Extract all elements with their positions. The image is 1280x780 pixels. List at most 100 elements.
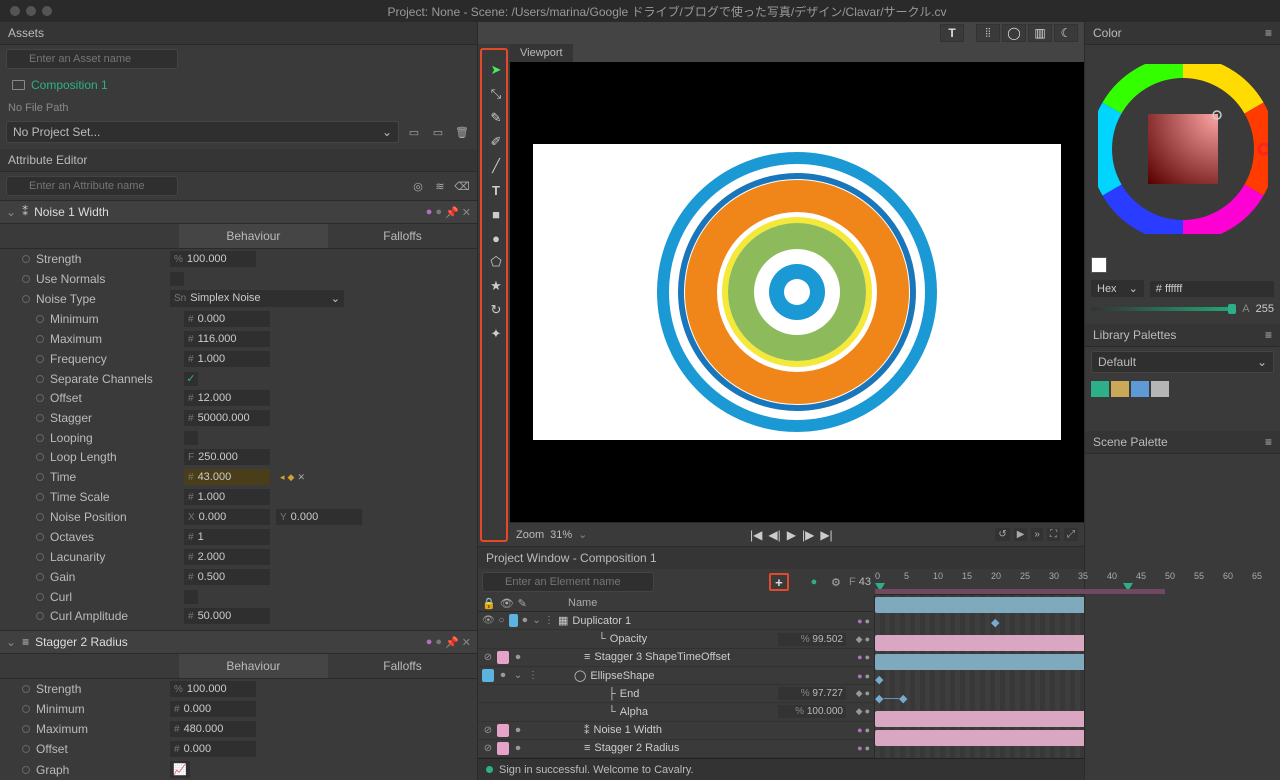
- alpha-value[interactable]: 255: [1256, 303, 1274, 315]
- attr-stagger-field[interactable]: #50000.000: [184, 410, 270, 426]
- track-bar[interactable]: [875, 654, 1084, 670]
- zoom-value[interactable]: 31%: [550, 529, 572, 541]
- go-end-icon[interactable]: ▶|: [820, 528, 832, 542]
- link-icon[interactable]: ●: [426, 206, 433, 218]
- layer-alpha[interactable]: └ Alpha % 100.000 ◆●: [478, 703, 874, 721]
- asset-search-input[interactable]: [6, 49, 178, 69]
- attr2-min-field[interactable]: #0.000: [170, 701, 256, 717]
- attr2-offset-field[interactable]: #0.000: [170, 741, 256, 757]
- select-tool-icon[interactable]: ➤: [486, 60, 506, 80]
- arc-tool-icon[interactable]: ↻: [486, 300, 506, 320]
- track-bar[interactable]: [875, 597, 1084, 613]
- keyframe-prev-icon[interactable]: ◂: [280, 472, 285, 483]
- keyframe-icon[interactable]: ◆: [288, 472, 295, 483]
- attr-max-field[interactable]: #116.000: [184, 331, 270, 347]
- link-icon[interactable]: ●: [426, 636, 433, 648]
- attr-curlamp-field[interactable]: #50.000: [184, 608, 270, 624]
- add-element-button[interactable]: +: [769, 573, 789, 591]
- attr-looping-check[interactable]: [184, 431, 198, 445]
- clear-icon[interactable]: ⌫: [453, 177, 471, 195]
- tab-behaviour[interactable]: Behaviour: [179, 654, 328, 678]
- attr-strength-field[interactable]: %100.000: [170, 251, 256, 267]
- collapse-icon[interactable]: ⌄: [6, 635, 16, 649]
- direct-select-tool-icon[interactable]: ⤡: [486, 84, 506, 104]
- attr-looplen-field[interactable]: F250.000: [184, 449, 270, 465]
- text-tool-icon[interactable]: T: [940, 24, 964, 42]
- attr2-max-field[interactable]: #480.000: [170, 721, 256, 737]
- menu-icon[interactable]: ≡: [1265, 26, 1272, 40]
- line-tool-icon[interactable]: ╱: [486, 156, 506, 176]
- collapse-icon[interactable]: ⌄: [6, 205, 16, 219]
- next-frame-icon[interactable]: |▶: [802, 528, 814, 542]
- color-format-select[interactable]: Hex⌄: [1091, 280, 1144, 297]
- circle-outline-icon[interactable]: ◯: [1002, 24, 1026, 42]
- frame-number[interactable]: 43: [859, 576, 871, 588]
- palette-select[interactable]: Default⌄: [1091, 351, 1274, 373]
- menu-icon[interactable]: ≡: [1265, 328, 1272, 342]
- attr-noisepos-x-field[interactable]: X0.000: [184, 509, 270, 525]
- attr-curl-check[interactable]: [184, 590, 198, 604]
- star-tool-icon[interactable]: ★: [486, 276, 506, 296]
- crop-icon[interactable]: ⛶: [1047, 528, 1060, 541]
- settings-icon[interactable]: ≋: [431, 177, 449, 195]
- keyframe-clear-icon[interactable]: ✕: [297, 472, 305, 483]
- attr-freq-field[interactable]: #1.000: [184, 351, 270, 367]
- timeline-tracks[interactable]: ◆◆ ◆◆ ◆──◆: [875, 595, 1084, 758]
- play-icon[interactable]: ▶: [787, 528, 796, 542]
- color-wheel[interactable]: [1085, 45, 1280, 253]
- attr-noisetype-select[interactable]: SnSimplex Noise⌄: [170, 290, 344, 307]
- link2-icon[interactable]: ●: [435, 206, 442, 218]
- close-icon[interactable]: ✕: [462, 206, 471, 219]
- track-bar[interactable]: [875, 635, 1084, 651]
- polygon-tool-icon[interactable]: ⬠: [486, 252, 506, 272]
- chevron-down-icon[interactable]: ⌄: [578, 528, 587, 541]
- trash-icon[interactable]: 🗑: [453, 123, 471, 141]
- tab-behaviour[interactable]: Behaviour: [179, 224, 328, 248]
- settings-icon[interactable]: ⚙: [827, 576, 845, 589]
- hex-input[interactable]: # ffffff: [1150, 281, 1274, 297]
- layer-end[interactable]: ├ End % 97.727 ◆●: [478, 685, 874, 703]
- fullscreen-icon[interactable]: ⤢: [1064, 528, 1078, 541]
- sparkle-tool-icon[interactable]: ✦: [486, 324, 506, 344]
- attr-oct-field[interactable]: #1: [184, 529, 270, 545]
- attr-lac-field[interactable]: #2.000: [184, 549, 270, 565]
- attr-offset-field[interactable]: #12.000: [184, 390, 270, 406]
- brush-tool-icon[interactable]: ✎: [486, 108, 506, 128]
- current-color-swatch[interactable]: [1091, 257, 1107, 273]
- project-dropdown[interactable]: No Project Set...⌄: [6, 121, 399, 143]
- alpha-slider[interactable]: [1091, 307, 1236, 311]
- prev-frame-icon[interactable]: ◀|: [768, 528, 780, 542]
- go-start-icon[interactable]: |◀: [750, 528, 762, 542]
- link2-icon[interactable]: ●: [435, 636, 442, 648]
- loop-icon[interactable]: ↺: [995, 528, 1009, 541]
- track-bar[interactable]: [875, 730, 1084, 746]
- layer-ellipse[interactable]: ⏺⌄⋮ ◯EllipseShape ●●: [478, 667, 874, 685]
- play2-icon[interactable]: ▶: [1014, 528, 1028, 541]
- attr2-strength-field[interactable]: %100.000: [170, 681, 256, 697]
- ellipse-tool-icon[interactable]: ●: [486, 228, 506, 248]
- attr-usenormals-check[interactable]: [170, 272, 184, 286]
- rectangle-tool-icon[interactable]: ■: [486, 204, 506, 224]
- attribute-search-input[interactable]: [6, 176, 178, 196]
- pin-icon[interactable]: 📌: [445, 636, 459, 649]
- filter-icon[interactable]: ◎: [409, 177, 427, 195]
- text-tool-icon[interactable]: T: [486, 180, 506, 200]
- grid-icon[interactable]: ⦙⦙: [976, 24, 1000, 42]
- close-icon[interactable]: ✕: [462, 636, 471, 649]
- ruler-icon[interactable]: ▥: [1028, 24, 1052, 42]
- folder2-icon[interactable]: ▭: [429, 123, 447, 141]
- layer-stagger2[interactable]: ⊘⏺ ≡Stagger 2 Radius ●●: [478, 740, 874, 758]
- moon-icon[interactable]: ☾: [1054, 24, 1078, 42]
- attr2-graph-field[interactable]: 📈: [170, 761, 190, 778]
- attr-sepch-check[interactable]: ✓: [184, 372, 198, 386]
- attr-gain-field[interactable]: #0.500: [184, 569, 270, 585]
- skip-icon[interactable]: »: [1031, 528, 1043, 541]
- pin-icon[interactable]: 📌: [445, 206, 459, 219]
- attr-noisepos-y-field[interactable]: Y0.000: [276, 509, 362, 525]
- layer-duplicator[interactable]: 👁○⏺⌄⋮ ▦Duplicator 1 ●●: [478, 612, 874, 630]
- folder-icon[interactable]: ▭: [405, 123, 423, 141]
- viewport-canvas[interactable]: [510, 62, 1084, 522]
- layer-opacity[interactable]: └ Opacity % 99.502 ◆●: [478, 630, 874, 648]
- layer-noise1[interactable]: ⊘⏺ ⁑Noise 1 Width ●●: [478, 722, 874, 740]
- viewport-tab[interactable]: Viewport: [510, 44, 573, 62]
